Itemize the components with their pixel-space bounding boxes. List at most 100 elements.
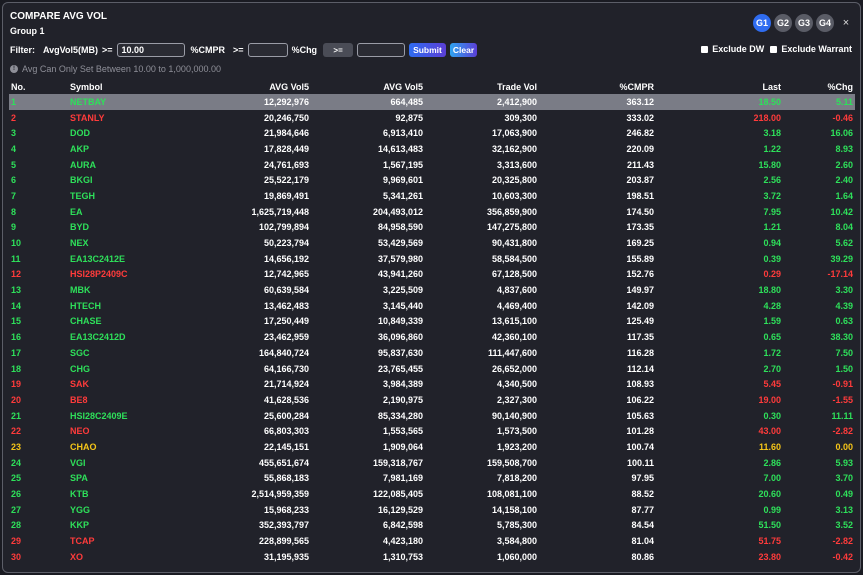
row-last: 1.21 [763, 222, 781, 233]
row-last: 11.60 [758, 441, 781, 452]
close-icon[interactable]: × [840, 17, 852, 29]
col-no[interactable]: No. [9, 79, 68, 94]
table-row[interactable]: 9 BYD 102,799,894 84,958,590 147,275,800 173.… [9, 220, 855, 236]
table-row[interactable]: 23 CHAO 22,145,151 1,909,064 1,923,200 100.74… [9, 439, 855, 455]
chg-operator-button[interactable]: >= [323, 43, 354, 57]
row-cmpr: 149.97 [626, 285, 654, 296]
col-chg[interactable]: %Chg [783, 79, 855, 94]
row-avg-vol5-b: 159,318,767 [372, 457, 423, 468]
table-row[interactable]: 7 TEGH 19,869,491 5,341,261 10,603,300 198.51… [9, 188, 855, 204]
row-number: 11 [11, 253, 21, 264]
group-button-g4[interactable]: G4 [816, 14, 834, 32]
row-symbol: EA [70, 206, 83, 217]
table-row[interactable]: 1 NETBAY 12,292,976 664,485 2,412,900 363.12 1… [9, 94, 855, 110]
table-row[interactable]: 5 AURA 24,761,693 1,567,195 3,313,600 211.43 1… [9, 157, 855, 173]
row-chg: 2.40 [835, 175, 853, 186]
row-trade-vol: 3,313,600 [496, 159, 537, 170]
row-chg: -0.46 [832, 112, 853, 123]
row-symbol: BYD [70, 222, 90, 233]
row-avg-vol5-b: 3,225,509 [382, 285, 423, 296]
row-trade-vol: 42,360,100 [491, 332, 537, 343]
row-cmpr: 117.35 [626, 332, 654, 343]
compare-avg-vol-window: COMPARE AVG VOL Group 1 G1 G2 G3 G4 × Fi… [2, 2, 861, 573]
row-cmpr: 211.43 [626, 159, 654, 170]
table-row[interactable]: 29 TCAP 228,899,565 4,423,180 3,584,800 81.04… [9, 533, 855, 549]
row-avg-vol5-a: 1,625,719,448 [251, 206, 309, 217]
submit-button[interactable]: Submit [409, 43, 446, 57]
row-symbol: NEO [70, 426, 90, 437]
avgvol-input[interactable]: 10.00 [116, 43, 185, 57]
table-row[interactable]: 3 DOD 21,984,646 6,913,410 17,063,900 246.82 3… [9, 125, 855, 141]
table-row[interactable]: 24 VGI 455,651,674 159,318,767 159,508,700 10… [9, 455, 855, 471]
table-row[interactable]: 13 MBK 60,639,584 3,225,509 4,837,600 149.97 1… [9, 282, 855, 298]
table-row[interactable]: 15 CHASE 17,250,449 10,849,339 13,615,100 125… [9, 314, 855, 330]
row-cmpr: 173.35 [626, 222, 654, 233]
col-last[interactable]: Last [656, 79, 783, 94]
row-chg: 11.11 [831, 410, 853, 421]
checkbox-icon [701, 45, 709, 53]
table-row[interactable]: 4 AKP 17,828,449 14,613,483 32,162,900 220.09… [9, 141, 855, 157]
exclude-dw-checkbox[interactable]: Exclude DW [701, 44, 764, 54]
row-avg-vol5-b: 1,310,753 [382, 551, 423, 562]
row-trade-vol: 14,158,100 [491, 504, 537, 515]
row-last: 7.00 [763, 473, 781, 484]
table-row[interactable]: 17 SGC 164,840,724 95,837,630 111,447,600 116… [9, 345, 855, 361]
table-row[interactable]: 6 BKGI 25,522,179 9,969,601 20,325,800 203.87… [9, 172, 855, 188]
table-row[interactable]: 10 NEX 50,223,794 53,429,569 90,431,800 169.2… [9, 235, 855, 251]
row-cmpr: 97.95 [631, 473, 654, 484]
table-row[interactable]: 16 EA13C2412D 23,462,959 36,096,860 42,360,1… [9, 329, 855, 345]
row-chg: 38.30 [830, 332, 853, 343]
row-avg-vol5-b: 53,429,569 [377, 238, 423, 249]
chg-input[interactable] [357, 43, 406, 57]
row-chg: -1.55 [832, 394, 853, 405]
row-symbol: HSI28C2409E [70, 410, 128, 421]
row-avg-vol5-a: 12,742,965 [263, 269, 309, 280]
row-chg: 8.04 [835, 222, 853, 233]
table-row[interactable]: 19 SAK 21,714,924 3,984,389 4,340,500 108.93 5… [9, 376, 855, 392]
table-row[interactable]: 8 EA 1,625,719,448 204,493,012 356,859,900 17… [9, 204, 855, 220]
row-cmpr: 363.12 [539, 94, 656, 110]
row-number: 26 [11, 489, 22, 500]
row-chg: 3.52 [835, 520, 853, 531]
row-last: 2.56 [763, 175, 781, 186]
table-row[interactable]: 25 SPA 55,868,183 7,981,169 7,818,200 97.95 7.… [9, 471, 855, 487]
table-row[interactable]: 14 HTECH 13,462,483 3,145,440 4,469,400 142.0… [9, 298, 855, 314]
row-chg: 7.50 [835, 347, 853, 358]
row-number: 27 [11, 504, 22, 515]
row-avg-vol5-a: 55,868,183 [263, 473, 309, 484]
cmpr-input[interactable] [247, 43, 288, 57]
col-trade-vol[interactable]: Trade Vol [425, 79, 539, 94]
col-avg-vol5-a[interactable]: AVG Vol5 [192, 79, 311, 94]
row-avg-vol5-a: 31,195,935 [263, 551, 309, 562]
row-avg-vol5-a: 13,462,483 [263, 300, 309, 311]
table-row[interactable]: 20 BE8 41,628,536 2,190,975 2,327,300 106.22 1… [9, 392, 855, 408]
row-cmpr: 198.51 [626, 190, 654, 201]
row-symbol: CHAO [70, 441, 97, 452]
row-number: 25 [11, 473, 22, 484]
col-symbol[interactable]: Symbol [68, 79, 192, 94]
row-cmpr: 105.63 [626, 410, 654, 421]
table-row[interactable]: 22 NEO 66,803,303 1,553,565 1,573,500 101.28 4… [9, 423, 855, 439]
clear-button[interactable]: Clear [449, 43, 478, 57]
table-row[interactable]: 26 KTB 2,514,959,359 122,085,405 108,081,100… [9, 486, 855, 502]
row-cmpr: 333.02 [626, 112, 654, 123]
col-avg-vol5-b[interactable]: AVG Vol5 [311, 79, 425, 94]
table-row[interactable]: 27 YGG 15,968,233 16,129,529 14,158,100 87.77… [9, 502, 855, 518]
row-avg-vol5-a: 50,223,794 [263, 238, 309, 249]
table-row[interactable]: 18 CHG 64,166,730 23,765,455 26,652,000 112.1… [9, 361, 855, 377]
group-button-g3[interactable]: G3 [795, 14, 813, 32]
table-row[interactable]: 21 HSI28C2409E 25,600,284 85,334,280 90,140,… [9, 408, 855, 424]
group-button-g2[interactable]: G2 [774, 14, 792, 32]
group-button-g1[interactable]: G1 [753, 14, 771, 32]
row-avg-vol5-a: 455,651,674 [258, 457, 309, 468]
row-chg: 3.30 [835, 285, 853, 296]
row-symbol: KKP [70, 520, 90, 531]
row-number: 13 [11, 285, 22, 296]
table-row[interactable]: 12 HSI28P2409C 12,742,965 43,941,260 67,128,… [9, 267, 855, 283]
table-row[interactable]: 11 EA13C2412E 14,656,192 37,579,980 58,584,5… [9, 251, 855, 267]
col-cmpr[interactable]: %CMPR [539, 79, 656, 94]
table-row[interactable]: 28 KKP 352,393,797 6,842,598 5,785,300 84.54 5… [9, 518, 855, 534]
table-row[interactable]: 2 STANLY 20,246,750 92,875 309,300 333.02 218.… [9, 110, 855, 126]
exclude-warrant-checkbox[interactable]: Exclude Warrant [770, 44, 852, 54]
table-row[interactable]: 30 XO 31,195,935 1,310,753 1,060,000 80.86 23.… [9, 549, 855, 565]
